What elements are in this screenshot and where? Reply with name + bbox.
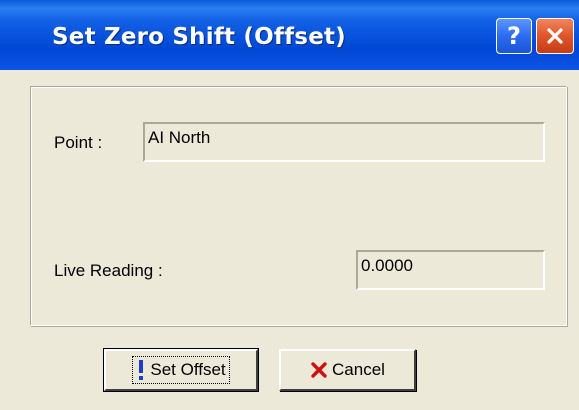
cancel-button[interactable]: Cancel <box>279 349 416 391</box>
live-reading-label: Live Reading : <box>54 261 163 280</box>
dialog-window: Set Zero Shift (Offset) ? Point : AI Nor… <box>0 0 579 410</box>
exclamation-icon <box>136 359 146 381</box>
live-reading-field: 0.0000 <box>356 250 545 290</box>
help-icon: ? <box>507 22 521 50</box>
set-offset-focus: Set Offset <box>132 356 230 384</box>
set-offset-button[interactable]: Set Offset <box>103 348 259 392</box>
help-button[interactable]: ? <box>496 18 532 54</box>
point-label: Point : <box>54 133 103 152</box>
window-title: Set Zero Shift (Offset) <box>52 24 346 50</box>
title-bar[interactable]: Set Zero Shift (Offset) ? <box>0 0 579 70</box>
red-x-icon <box>310 361 328 379</box>
cancel-label: Cancel <box>332 360 385 379</box>
point-field: AI North <box>143 122 545 162</box>
close-button[interactable] <box>536 18 574 54</box>
set-offset-label: Set Offset <box>150 360 226 379</box>
close-icon <box>547 28 563 44</box>
